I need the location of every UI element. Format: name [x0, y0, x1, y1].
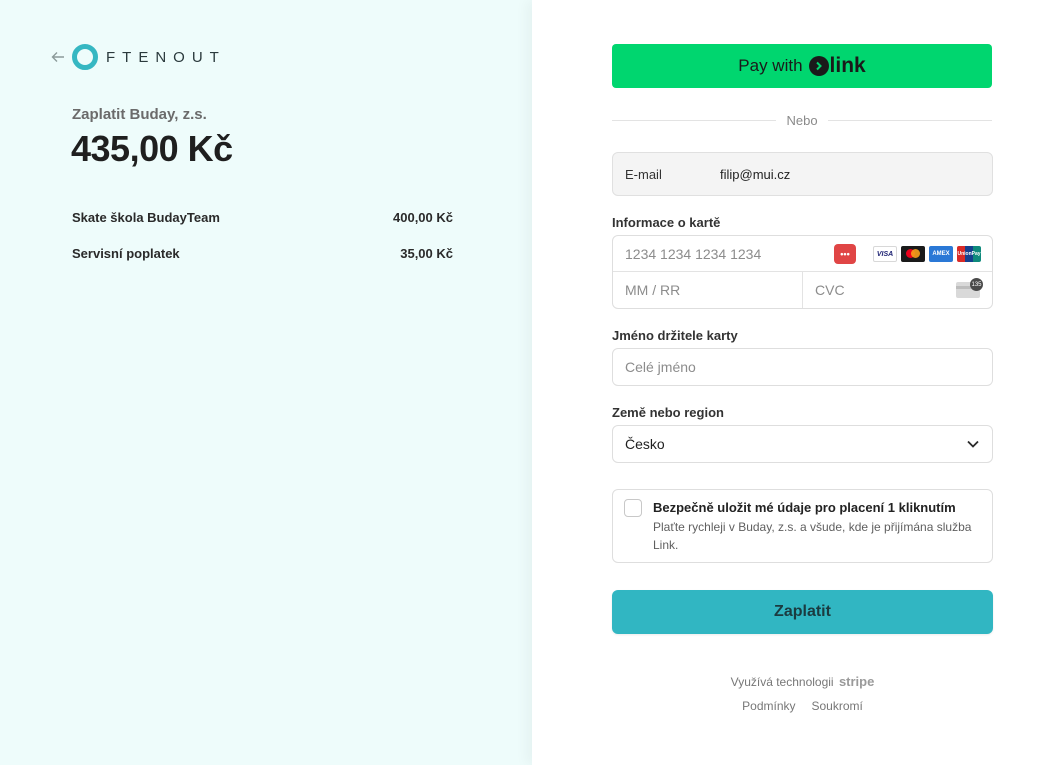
brand-header: FTENOUT	[50, 43, 226, 71]
link-brand-text: link	[829, 54, 866, 77]
card-cvc-input[interactable]: CVC 135	[803, 272, 992, 308]
cvc-placeholder: CVC	[815, 282, 845, 298]
pay-with-link-button[interactable]: Pay with link	[612, 44, 992, 88]
email-field[interactable]: E-mail filip@mui.cz	[612, 152, 993, 196]
visa-icon: VISA	[873, 246, 897, 262]
save-info-description: Plaťte rychleji v Buday, z.s. a všude, k…	[653, 520, 972, 552]
line-item: Skate škola BudayTeam 400,00 Kč	[72, 210, 453, 246]
ftenout-logo: FTENOUT	[72, 44, 226, 70]
card-number-input[interactable]: 1234 1234 1234 1234 ••• VISA AMEX UnionP…	[613, 236, 992, 272]
card-brands: VISA AMEX UnionPay	[873, 246, 981, 262]
email-label: E-mail	[625, 166, 662, 182]
order-summary-panel: FTENOUT Zaplatit Buday, z.s. 435,00 Kč S…	[0, 0, 532, 765]
line-item-price: 35,00 Kč	[400, 246, 453, 261]
line-items: Skate škola BudayTeam 400,00 Kč Servisní…	[72, 210, 453, 282]
country-select[interactable]: Česko	[612, 425, 993, 463]
expiry-placeholder: MM / RR	[625, 282, 681, 298]
cvc-badge: 135	[970, 278, 983, 291]
cardholder-placeholder: Celé jméno	[625, 359, 696, 375]
stripe-logo[interactable]: stripe	[839, 674, 874, 689]
cvc-card-icon: 135	[956, 278, 983, 298]
back-arrow-icon[interactable]	[50, 49, 66, 65]
amex-icon: AMEX	[929, 246, 953, 262]
card-autofill-icon[interactable]: •••	[834, 244, 856, 264]
logo-ring-icon	[72, 44, 98, 70]
link-chevron-icon	[808, 56, 829, 76]
unionpay-icon: UnionPay	[957, 246, 981, 262]
logo-text: FTENOUT	[106, 48, 226, 66]
line-item: Servisní poplatek 35,00 Kč	[72, 246, 453, 282]
merchant-label: Zaplatit Buday, z.s.	[72, 106, 207, 123]
pay-with-label: Pay with	[738, 56, 803, 75]
total-amount: 435,00 Kč	[71, 128, 233, 169]
save-info-checkbox[interactable]	[624, 499, 642, 517]
card-input-group: 1234 1234 1234 1234 ••• VISA AMEX UnionP…	[612, 235, 993, 309]
link-logo: link	[808, 54, 866, 78]
card-expiry-input[interactable]: MM / RR	[613, 272, 803, 308]
save-info-title: Bezpečně uložit mé údaje pro placení 1 k…	[653, 500, 956, 515]
save-info-box: Bezpečně uložit mé údaje pro placení 1 k…	[612, 489, 993, 563]
footer-links: Podmínky Soukromí	[612, 699, 993, 713]
chevron-down-icon	[966, 437, 980, 451]
line-item-name: Skate škola BudayTeam	[72, 210, 220, 225]
mastercard-icon	[901, 246, 925, 262]
email-value: filip@mui.cz	[720, 166, 791, 182]
or-divider: Nebo	[612, 110, 993, 130]
pay-button[interactable]: Zaplatit	[612, 590, 993, 634]
powered-by: Využívá technologii stripe	[612, 674, 993, 689]
line-item-price: 400,00 Kč	[393, 210, 453, 225]
card-info-label: Informace o kartě	[612, 215, 721, 230]
divider-text: Nebo	[786, 112, 818, 128]
terms-link[interactable]: Podmínky	[742, 699, 795, 713]
cardholder-label: Jméno držitele karty	[612, 328, 738, 343]
card-number-placeholder: 1234 1234 1234 1234	[625, 245, 762, 262]
country-label: Země nebo region	[612, 405, 724, 420]
powered-by-text: Využívá technologii	[730, 675, 834, 689]
payment-form-panel: Pay with link Nebo E-mail filip@mui.cz I…	[532, 0, 1062, 765]
cardholder-name-input[interactable]: Celé jméno	[612, 348, 993, 386]
country-value: Česko	[625, 436, 665, 452]
privacy-link[interactable]: Soukromí	[812, 699, 863, 713]
line-item-name: Servisní poplatek	[72, 246, 180, 261]
